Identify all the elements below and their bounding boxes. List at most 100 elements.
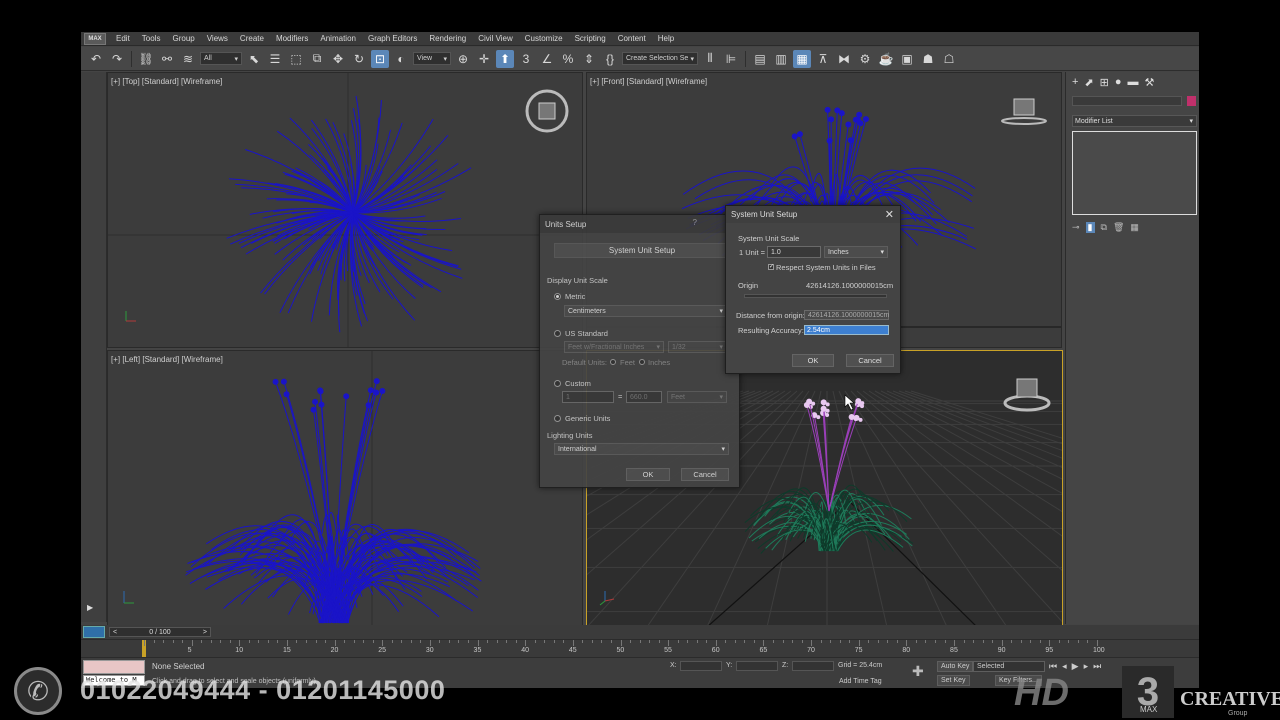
menu-scripting[interactable]: Scripting <box>569 34 612 43</box>
menu-content[interactable]: Content <box>612 34 652 43</box>
scale-icon[interactable]: ⊡ <box>371 49 389 68</box>
viewport-label-front[interactable]: [+] [Front] [Standard] [Wireframe] <box>590 77 707 86</box>
scene-explorer-icon[interactable]: ▤ <box>751 50 769 68</box>
custom-value-field[interactable]: 660.0 <box>626 391 662 403</box>
object-name-field[interactable] <box>1072 96 1182 106</box>
schematic-view-icon[interactable]: ⧓ <box>835 50 853 68</box>
named-selection-dropdown[interactable]: Create Selection Se ▾ <box>622 52 698 65</box>
respect-units-checkbox[interactable]: ✓ <box>768 264 774 270</box>
us-standard-radio[interactable] <box>554 330 561 337</box>
unit-value-field[interactable]: 1.0 <box>767 246 821 258</box>
modify-tab-icon[interactable]: ⬈ <box>1084 76 1093 89</box>
add-time-tag[interactable]: Add Time Tag <box>839 678 882 685</box>
make-unique-icon[interactable]: ⧉ <box>1101 222 1107 233</box>
modifier-stack[interactable] <box>1072 131 1197 215</box>
distance-field[interactable]: 42614126.1000000015cm <box>804 310 889 320</box>
menu-tools[interactable]: Tools <box>136 34 167 43</box>
undo-icon[interactable]: ↶ <box>87 50 105 68</box>
viewport-label-left[interactable]: [+] [Left] [Standard] [Wireframe] <box>111 355 223 364</box>
play-arrow-icon[interactable]: ▶ <box>87 603 93 612</box>
material-editor-icon[interactable]: ⚙ <box>856 50 874 68</box>
link-icon[interactable]: ⛓ <box>137 50 155 68</box>
modifier-list-dropdown[interactable]: Modifier List ▾ <box>1072 115 1197 127</box>
us-fraction-dropdown[interactable]: 1/32 ▾ <box>668 341 727 353</box>
metric-units-dropdown[interactable]: Centimeters ▾ <box>564 305 727 317</box>
rotate-icon[interactable]: ↻ <box>350 50 368 68</box>
time-slider-next[interactable]: > <box>203 629 207 636</box>
select-manipulate-icon[interactable]: ✛ <box>475 50 493 68</box>
mini-curve-editor-icon[interactable] <box>83 626 105 638</box>
create-tab-icon[interactable]: + <box>1072 76 1078 89</box>
menu-graph-editors[interactable]: Graph Editors <box>362 34 423 43</box>
accuracy-field[interactable]: 2.54cm <box>804 325 889 335</box>
viewport-left[interactable]: [+] [Left] [Standard] [Wireframe] <box>107 350 583 626</box>
mirror-icon[interactable]: ⫴ <box>701 50 719 68</box>
bind-space-warp-icon[interactable]: ≋ <box>179 50 197 68</box>
curve-editor-icon[interactable]: ⊼ <box>814 50 832 68</box>
menu-rendering[interactable]: Rendering <box>423 34 472 43</box>
select-object-icon[interactable]: ⬉ <box>245 50 263 68</box>
menu-modifiers[interactable]: Modifiers <box>270 34 314 43</box>
track-bar[interactable]: 5 10 15 20 25 30 35 40 45 50 55 60 65 70 75 80 85 90 95 100 <box>81 639 1199 658</box>
app-logo[interactable]: MAX <box>84 32 106 45</box>
system-ok-button[interactable]: OK <box>792 354 834 367</box>
custom-name-field[interactable]: 1 <box>562 391 614 403</box>
object-color-swatch[interactable] <box>1187 96 1196 106</box>
toggle-ribbon-icon[interactable]: ▦ <box>793 49 811 68</box>
rect-selection-icon[interactable]: ⬚ <box>287 50 305 68</box>
menu-create[interactable]: Create <box>234 34 270 43</box>
lighting-units-dropdown[interactable]: International ▾ <box>554 443 729 455</box>
reference-coord-dropdown[interactable]: View ▾ <box>413 52 451 65</box>
metric-radio[interactable] <box>554 293 561 300</box>
rendered-frame-window-icon[interactable]: ▣ <box>898 50 916 68</box>
time-slider-prev[interactable]: < <box>113 629 117 636</box>
show-end-result-icon[interactable]: ▮ <box>1085 221 1095 233</box>
move-icon[interactable]: ✥ <box>329 50 347 68</box>
render-production-icon[interactable]: ☗ <box>919 50 937 68</box>
edit-named-selection-icon[interactable]: {} <box>601 50 619 68</box>
units-ok-button[interactable]: OK <box>626 468 670 481</box>
menu-edit[interactable]: Edit <box>110 34 136 43</box>
motion-tab-icon[interactable]: ● <box>1115 76 1122 89</box>
custom-unit-dropdown[interactable]: Feet ▾ <box>667 391 727 403</box>
origin-slider[interactable] <box>744 294 887 298</box>
render-iterative-icon[interactable]: ☖ <box>940 50 958 68</box>
keyboard-shortcut-override-icon[interactable]: ⬆ <box>496 49 514 68</box>
unlink-icon[interactable]: ⚯ <box>158 50 176 68</box>
coord-z-field[interactable] <box>792 661 834 671</box>
remove-modifier-icon[interactable]: 🗑 <box>1113 222 1124 233</box>
layer-explorer-icon[interactable]: ▥ <box>772 50 790 68</box>
display-tab-icon[interactable]: ▬ <box>1128 76 1139 89</box>
render-setup-icon[interactable]: ☕ <box>877 50 895 68</box>
configure-sets-icon[interactable]: ▦ <box>1130 222 1139 233</box>
help-icon[interactable]: ? <box>693 218 697 227</box>
menu-animation[interactable]: Animation <box>314 34 362 43</box>
align-icon[interactable]: ⊫ <box>722 50 740 68</box>
set-key-button[interactable]: Set Key <box>937 675 970 686</box>
placement-icon[interactable]: ◐ <box>392 50 410 68</box>
close-icon[interactable]: ✕ <box>885 208 894 221</box>
system-cancel-button[interactable]: Cancel <box>846 354 894 367</box>
spinner-snap-icon[interactable]: ⇕ <box>580 50 598 68</box>
menu-views[interactable]: Views <box>201 34 234 43</box>
viewport-top[interactable]: [+] [Top] [Standard] [Wireframe] <box>107 72 583 348</box>
window-crossing-icon[interactable]: ⧉ <box>308 50 326 68</box>
snaps-toggle-icon[interactable]: 3 <box>517 50 535 68</box>
feet-radio[interactable] <box>610 359 616 365</box>
key-icon[interactable]: ✚ <box>912 663 924 680</box>
inches-radio[interactable] <box>639 359 645 365</box>
menu-group[interactable]: Group <box>166 34 200 43</box>
unit-type-dropdown[interactable]: Inches ▾ <box>824 246 888 258</box>
custom-radio[interactable] <box>554 380 561 387</box>
auto-key-button[interactable]: Auto Key <box>937 661 974 672</box>
generic-units-radio[interactable] <box>554 415 561 422</box>
percent-snap-icon[interactable]: % <box>559 50 577 68</box>
units-cancel-button[interactable]: Cancel <box>681 468 729 481</box>
menu-civil-view[interactable]: Civil View <box>472 34 519 43</box>
pin-stack-icon[interactable]: ⊸ <box>1072 222 1080 233</box>
viewport-label-top[interactable]: [+] [Top] [Standard] [Wireframe] <box>111 77 222 86</box>
system-unit-setup-button[interactable]: System Unit Setup <box>554 243 730 258</box>
time-slider[interactable]: < 0 / 100 > <box>109 627 211 637</box>
coord-x-field[interactable] <box>680 661 722 671</box>
selection-filter-dropdown[interactable]: All ▾ <box>200 52 242 65</box>
